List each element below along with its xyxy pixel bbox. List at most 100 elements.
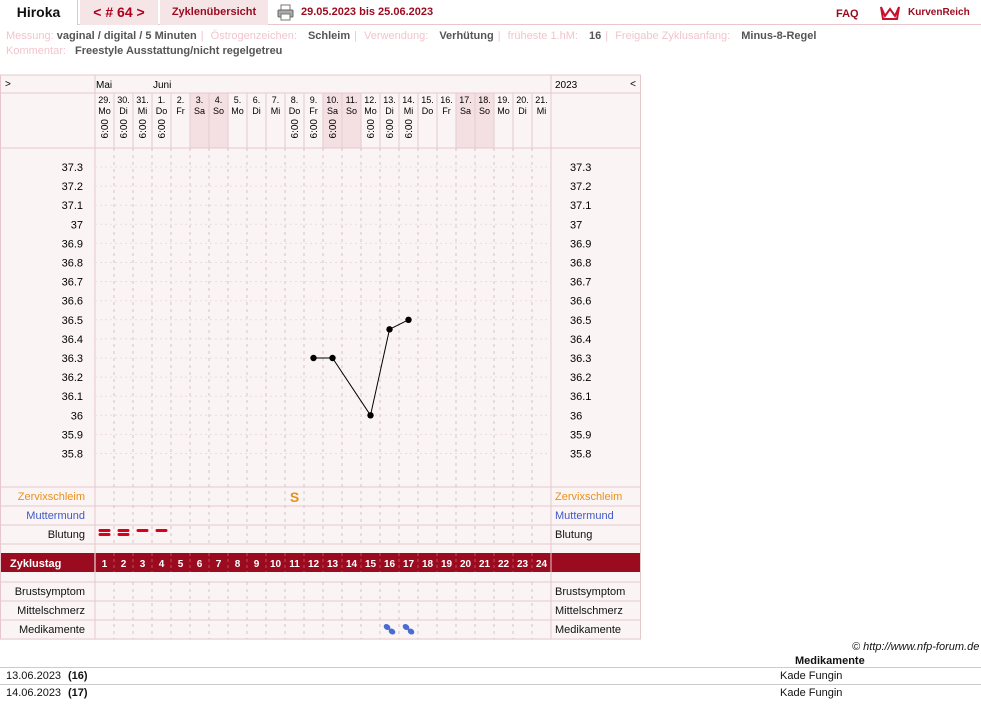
day-date: 17. bbox=[459, 95, 472, 105]
cycle-day-number: 19 bbox=[441, 559, 453, 570]
measure-time: 6:00 bbox=[309, 119, 320, 139]
cycle-day-number: 6 bbox=[197, 559, 203, 570]
day-date: 15. bbox=[421, 95, 434, 105]
day-date: 8. bbox=[291, 95, 299, 105]
cycle-day-number: 24 bbox=[536, 559, 548, 570]
day-weekday: Mo bbox=[98, 106, 111, 116]
day-weekday: Fr bbox=[309, 106, 318, 116]
cycle-day-number: 20 bbox=[460, 559, 472, 570]
day-date: 4. bbox=[215, 95, 223, 105]
bleeding-mark bbox=[98, 529, 111, 532]
medication-row: 13.06.2023 (16) Kade Fungin bbox=[0, 667, 981, 684]
y-tick-label-right: 37.1 bbox=[570, 200, 591, 212]
day-date: 12. bbox=[364, 95, 377, 105]
day-weekday: Sa bbox=[327, 106, 338, 116]
day-weekday: Fr bbox=[176, 106, 185, 116]
day-weekday: Di bbox=[385, 106, 394, 116]
medication-table-header: Medikamente bbox=[795, 655, 865, 667]
temp-point bbox=[405, 316, 412, 323]
day-date: 29. bbox=[98, 95, 111, 105]
y-tick-label: 36.4 bbox=[62, 334, 83, 346]
cycle-day-number: 21 bbox=[479, 559, 491, 570]
temp-point bbox=[329, 354, 336, 362]
day-weekday: So bbox=[213, 106, 224, 116]
brust-label-right: Brustsymptom bbox=[555, 586, 625, 598]
y-tick-label: 36 bbox=[71, 410, 83, 422]
measure-time: 6:00 bbox=[328, 119, 339, 139]
bleeding-mark bbox=[117, 529, 130, 532]
y-tick-label-right: 36.2 bbox=[570, 372, 591, 384]
y-tick-label-right: 36.8 bbox=[570, 258, 591, 270]
day-weekday: Mi bbox=[138, 106, 148, 116]
zervix-mark: S bbox=[290, 489, 299, 505]
blutung-label: Blutung bbox=[48, 529, 85, 541]
y-tick-label-right: 35.8 bbox=[570, 449, 591, 461]
day-weekday: So bbox=[346, 106, 357, 116]
temp-point bbox=[367, 412, 374, 419]
y-tick-label-right: 36.7 bbox=[570, 277, 591, 289]
day-weekday: Mo bbox=[364, 106, 377, 116]
medikamente-label-right: Medikamente bbox=[555, 624, 621, 636]
measure-time: 6:00 bbox=[385, 119, 396, 139]
day-date: 20. bbox=[516, 95, 529, 105]
temp-point bbox=[310, 354, 317, 362]
med-name: Kade Fungin bbox=[780, 687, 843, 699]
measure-time: 6:00 bbox=[290, 119, 301, 139]
copyright: © http://www.nfp-forum.de bbox=[852, 641, 980, 653]
zervix-label-right: Zervixschleim bbox=[555, 491, 622, 503]
med-date: 14.06.2023 bbox=[6, 687, 62, 699]
day-date: 2. bbox=[177, 95, 185, 105]
bleeding-mark bbox=[155, 529, 168, 532]
y-tick-label: 36.8 bbox=[62, 258, 83, 270]
measure-time: 6:00 bbox=[404, 119, 415, 139]
y-tick-label-right: 37.3 bbox=[570, 162, 591, 174]
day-weekday: So bbox=[479, 106, 490, 116]
cycle-day-number: 12 bbox=[308, 559, 320, 570]
bleeding-mark bbox=[98, 533, 111, 536]
cycle-day-number: 16 bbox=[384, 559, 396, 570]
day-weekday: Mo bbox=[231, 106, 244, 116]
y-tick-label: 36.1 bbox=[62, 391, 83, 403]
medikamente-label: Medikamente bbox=[19, 624, 85, 636]
zyklustag-label: Zyklustag bbox=[10, 558, 61, 570]
day-date: 16. bbox=[440, 95, 453, 105]
cycle-day-number: 10 bbox=[270, 559, 282, 570]
cycle-day-number: 5 bbox=[178, 559, 184, 570]
y-tick-label: 36.6 bbox=[62, 296, 83, 308]
cycle-day-number: 23 bbox=[517, 559, 529, 570]
day-date: 21. bbox=[535, 95, 548, 105]
measure-time: 6:00 bbox=[100, 119, 111, 139]
y-tick-label: 37.2 bbox=[62, 181, 83, 193]
day-date: 31. bbox=[136, 95, 149, 105]
day-weekday: Do bbox=[289, 106, 301, 116]
med-cycle-day: (17) bbox=[68, 687, 88, 699]
y-tick-label-right: 36.5 bbox=[570, 315, 591, 327]
y-tick-label: 36.2 bbox=[62, 372, 83, 384]
brust-label: Brustsymptom bbox=[15, 586, 85, 598]
cycle-day-number: 7 bbox=[216, 559, 222, 570]
day-date: 7. bbox=[272, 95, 280, 105]
day-date: 5. bbox=[234, 95, 242, 105]
y-tick-label-right: 36.4 bbox=[570, 334, 591, 346]
bleeding-mark bbox=[136, 529, 149, 532]
year-label: 2023 bbox=[555, 80, 578, 91]
nav-left-button: > bbox=[5, 79, 11, 90]
cycle-chart: > <2023Mai Juni29.Mo6:0030.Di6:0031.Mi6:00… bbox=[0, 74, 641, 640]
day-weekday: Sa bbox=[460, 106, 471, 116]
day-date: 3. bbox=[196, 95, 204, 105]
y-tick-label: 36.7 bbox=[62, 277, 83, 289]
day-date: 18. bbox=[478, 95, 491, 105]
day-date: 13. bbox=[383, 95, 396, 105]
cycle-day-number: 17 bbox=[403, 559, 415, 570]
month-label: Mai bbox=[96, 80, 112, 91]
muttermund-label: Muttermund bbox=[26, 510, 85, 522]
medication-row: 14.06.2023 (17) Kade Fungin bbox=[0, 684, 981, 701]
month-label: Juni bbox=[153, 80, 171, 91]
mittel-label: Mittelschmerz bbox=[17, 605, 85, 617]
measure-time: 6:00 bbox=[366, 119, 377, 139]
measure-time: 6:00 bbox=[157, 119, 168, 139]
day-date: 11. bbox=[346, 95, 358, 105]
y-tick-label-right: 35.9 bbox=[570, 429, 591, 441]
cycle-chart-page: Hiroka < # 64 > Zyklenübersicht 29.05.20… bbox=[0, 0, 981, 719]
y-tick-label-right: 37 bbox=[570, 219, 582, 231]
